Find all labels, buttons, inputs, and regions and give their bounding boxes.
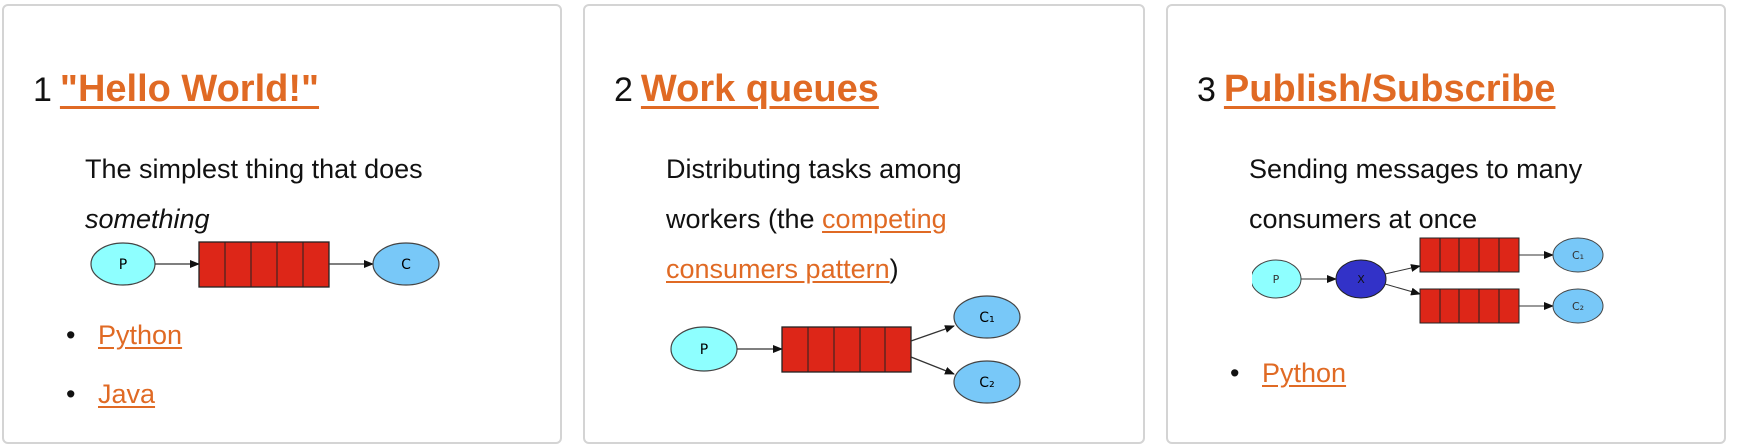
language-list: • Python • Java	[66, 306, 182, 424]
hello-world-link[interactable]: "Hello World!"	[60, 68, 319, 110]
card-title: 1 "Hello World!"	[33, 68, 319, 111]
publish-subscribe-link[interactable]: Publish/Subscribe	[1224, 68, 1556, 110]
hello-world-diagram: P C	[90, 241, 440, 288]
work-queues-diagram: P C₁ C₂	[670, 295, 1021, 404]
consumer-1-label: C₁	[1572, 249, 1584, 262]
tutorial-card-publish-subscribe: 3 Publish/Subscribe Sending messages to m…	[1166, 4, 1726, 444]
card-title: 3 Publish/Subscribe	[1197, 68, 1555, 111]
producer-label: P	[119, 257, 127, 273]
consumer-2-label: C₂	[979, 375, 994, 391]
language-list: • Python	[1230, 344, 1346, 403]
publish-subscribe-diagram: P X C₁ C₂	[1252, 237, 1604, 324]
python-link[interactable]: Python	[98, 320, 182, 350]
list-item: • Python	[66, 320, 183, 350]
card-number: 1	[33, 71, 52, 109]
consumer-2-label: C₂	[1572, 300, 1584, 313]
card-number: 3	[1197, 71, 1216, 109]
queue	[198, 241, 330, 288]
consumer-1-label: C₁	[979, 310, 994, 326]
queue	[781, 326, 912, 373]
card-description: The simplest thing that does something	[85, 144, 525, 244]
consumer-label: C	[401, 257, 411, 273]
java-link[interactable]: Java	[98, 379, 155, 409]
description-emphasis: something	[85, 204, 210, 234]
producer-label: P	[1273, 273, 1280, 286]
card-title: 2 Work queues	[614, 68, 879, 111]
list-item: • Python	[1230, 358, 1347, 388]
exchange-label: X	[1357, 273, 1365, 286]
producer-label: P	[700, 342, 708, 358]
list-item: • Java	[66, 379, 156, 409]
card-number: 2	[614, 71, 633, 109]
card-description: Distributing tasks among workers (the co…	[666, 144, 1026, 294]
queue-2	[1419, 288, 1520, 324]
description-text: The simplest thing that does	[85, 154, 423, 184]
description-text-end: )	[889, 254, 899, 284]
python-link[interactable]: Python	[1262, 358, 1346, 388]
queue-1	[1419, 237, 1520, 273]
tutorial-card-work-queues: 2 Work queues Distributing tasks among wo…	[583, 4, 1145, 444]
work-queues-link[interactable]: Work queues	[641, 68, 879, 110]
card-description: Sending messages to many consumers at on…	[1249, 154, 1583, 234]
tutorial-card-hello-world: 1 "Hello World!" The simplest thing that …	[2, 4, 562, 444]
